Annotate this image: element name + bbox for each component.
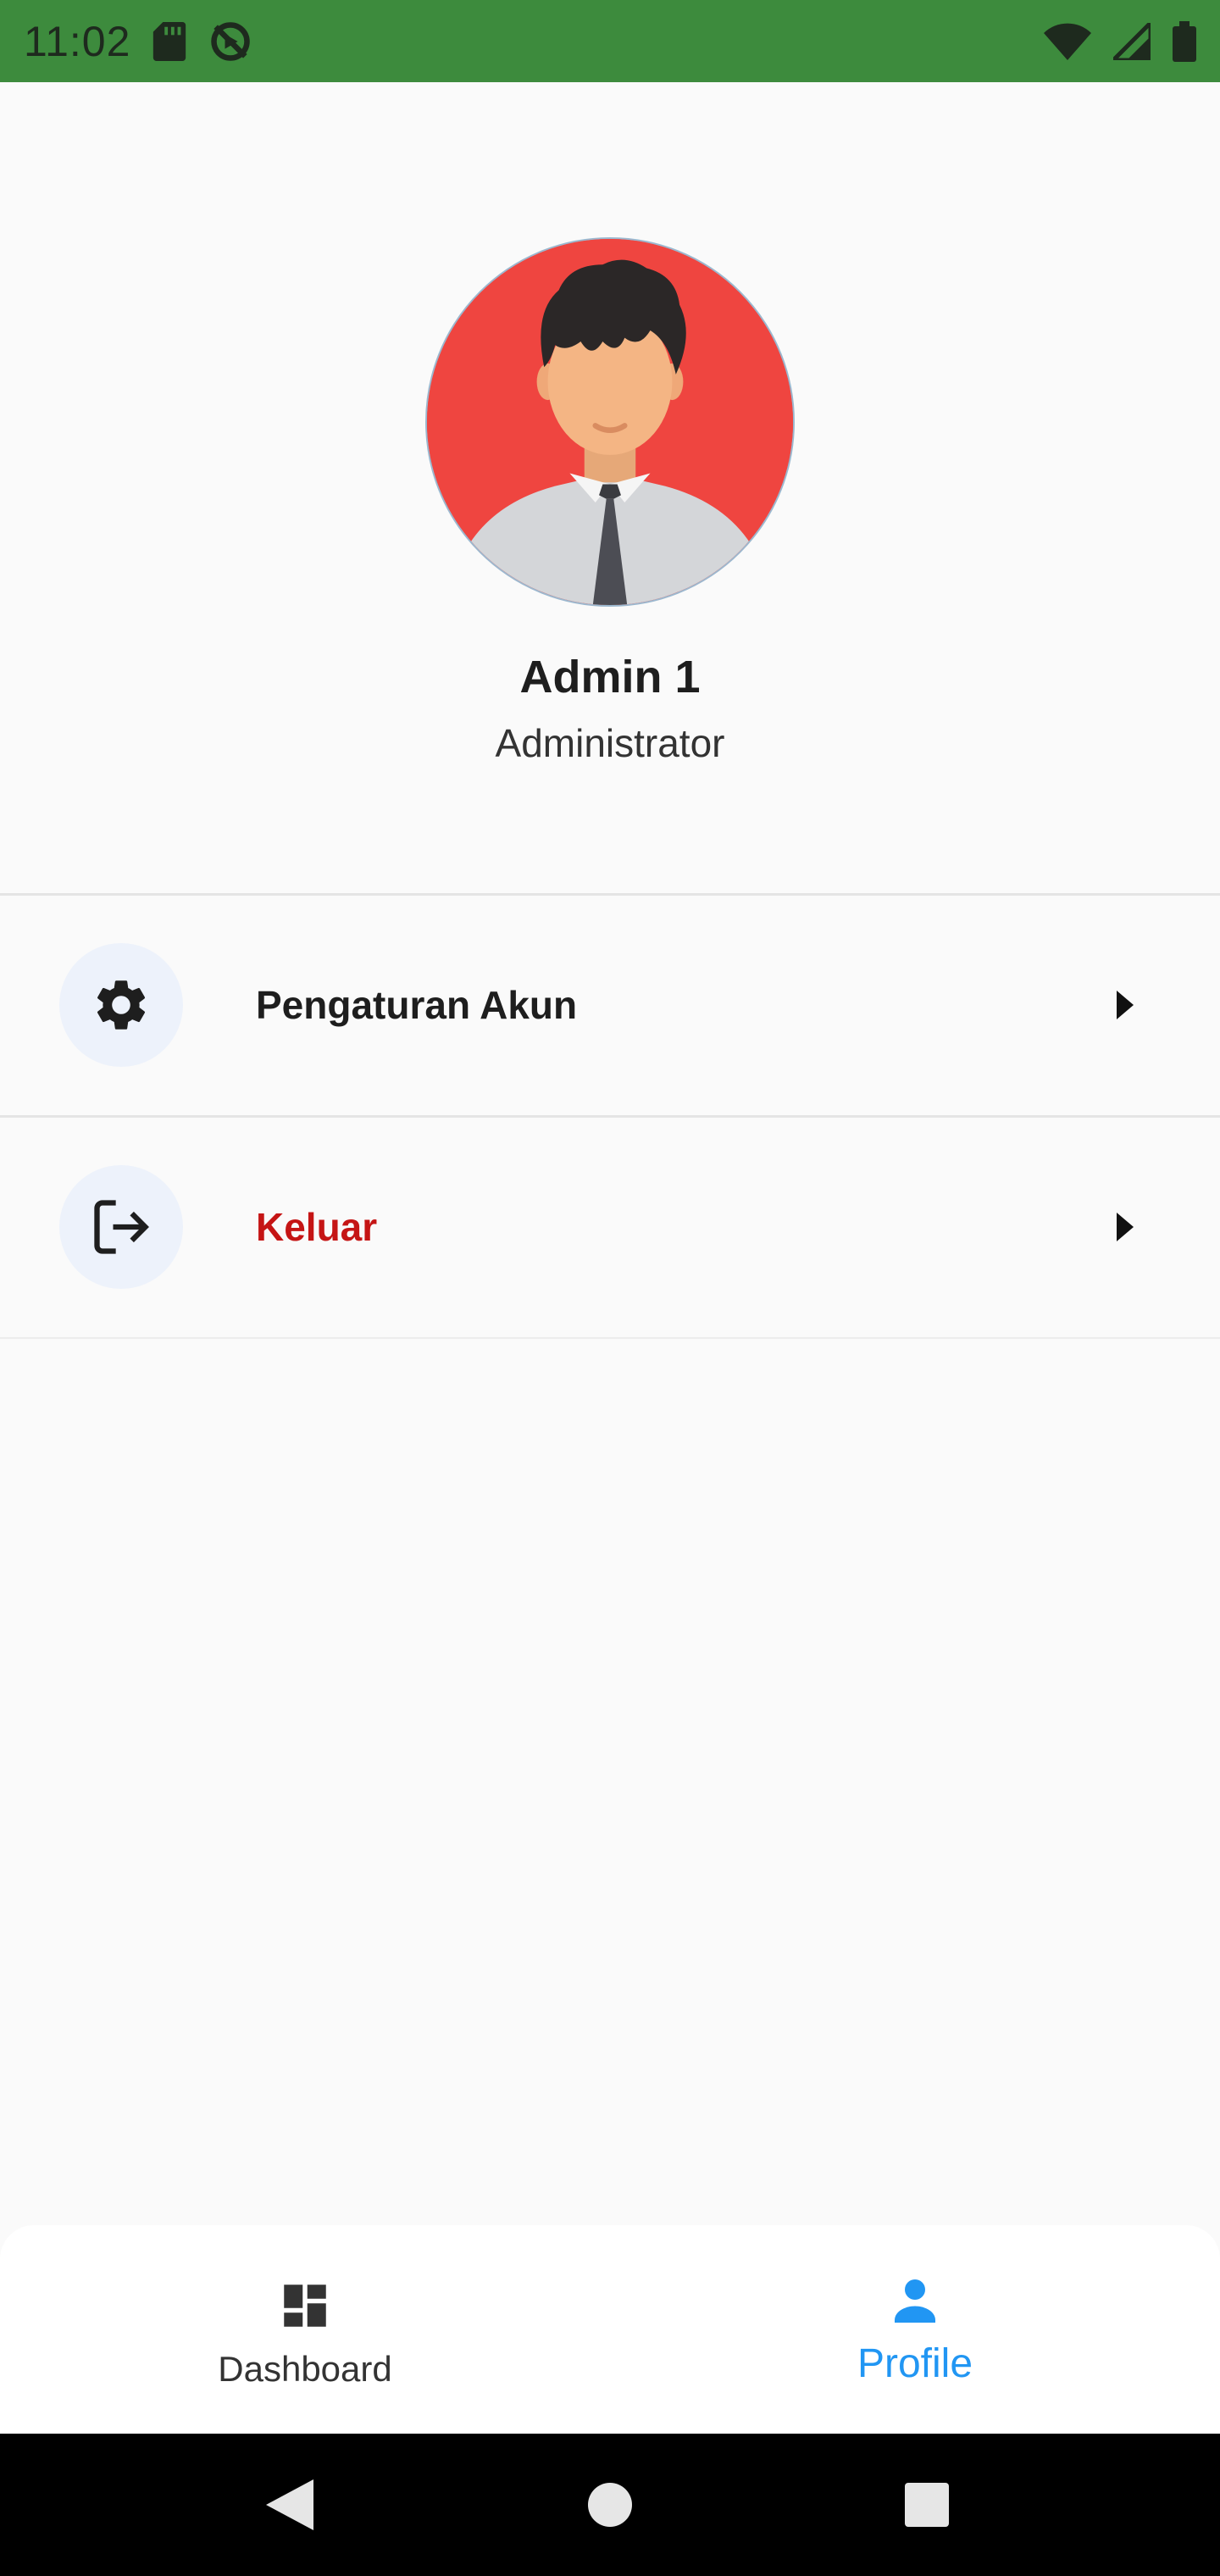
profile-role: Administrator bbox=[495, 721, 725, 765]
home-icon[interactable] bbox=[583, 2478, 637, 2532]
status-left: 11:02 bbox=[24, 17, 252, 66]
battery-icon bbox=[1173, 20, 1196, 62]
recents-icon[interactable] bbox=[900, 2478, 954, 2532]
profile-name: Admin 1 bbox=[519, 652, 701, 702]
wifi-icon bbox=[1044, 22, 1091, 61]
nav-item-profile[interactable]: Profile bbox=[610, 2225, 1220, 2434]
status-bar: 11:02 bbox=[0, 0, 1220, 82]
dashboard-icon bbox=[277, 2278, 333, 2338]
menu-icon-container bbox=[59, 1165, 183, 1289]
avatar-man-icon bbox=[427, 239, 793, 605]
system-navigation-bar bbox=[0, 2434, 1220, 2576]
logout-icon bbox=[94, 1200, 149, 1254]
nav-item-dashboard[interactable]: Dashboard bbox=[0, 2225, 610, 2434]
menu-item-account-settings[interactable]: Pengaturan Akun bbox=[0, 895, 1220, 1115]
menu-label-logout: Keluar bbox=[256, 1205, 378, 1249]
cell-signal-icon bbox=[1113, 22, 1151, 60]
nav-label-profile: Profile bbox=[857, 2341, 973, 2386]
nav-label-dashboard: Dashboard bbox=[218, 2349, 392, 2389]
chevron-right-icon bbox=[1115, 1212, 1135, 1242]
gear-icon bbox=[97, 980, 146, 1030]
menu-icon-container bbox=[59, 943, 183, 1067]
avatar bbox=[425, 237, 795, 607]
menu-item-logout[interactable]: Keluar bbox=[0, 1117, 1220, 1337]
bottom-navigation: Dashboard Profile bbox=[0, 2225, 1220, 2434]
back-icon[interactable] bbox=[263, 2478, 317, 2532]
sync-off-icon bbox=[208, 19, 252, 64]
divider bbox=[0, 1337, 1220, 1339]
sd-card-icon bbox=[152, 21, 186, 61]
person-icon bbox=[884, 2269, 946, 2334]
status-right bbox=[1044, 20, 1196, 62]
chevron-right-icon bbox=[1115, 990, 1135, 1020]
menu-label-account-settings: Pengaturan Akun bbox=[256, 983, 578, 1027]
status-time: 11:02 bbox=[24, 17, 131, 65]
